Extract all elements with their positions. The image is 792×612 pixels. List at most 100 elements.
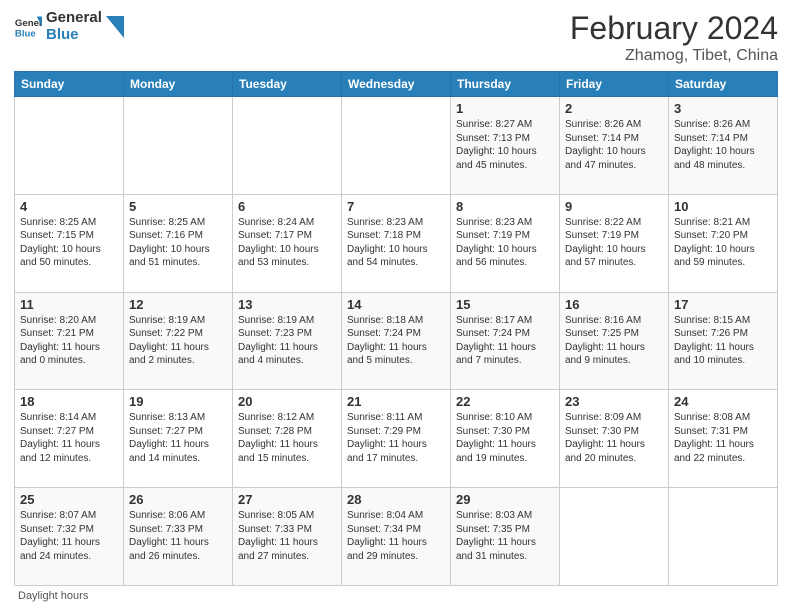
- day-info: Sunrise: 8:10 AMSunset: 7:30 PMDaylight:…: [456, 411, 554, 465]
- day-number: 5: [129, 199, 227, 214]
- day-number: 10: [674, 199, 772, 214]
- day-number: 7: [347, 199, 445, 214]
- day-info: Sunrise: 8:06 AMSunset: 7:33 PMDaylight:…: [129, 509, 227, 563]
- day-info: Sunrise: 8:20 AMSunset: 7:21 PMDaylight:…: [20, 314, 118, 368]
- calendar-cell: 4Sunrise: 8:25 AMSunset: 7:15 PMDaylight…: [15, 194, 124, 292]
- calendar-cell: 11 Sunrise: 8:20 AMSunset: 7:21 PMDayligh…: [15, 292, 124, 390]
- calendar-week-5: 25 Sunrise: 8:07 AMSunset: 7:32 PMDayligh…: [15, 488, 778, 586]
- calendar-cell: [560, 488, 669, 586]
- day-info: Sunrise: 8:14 AMSunset: 7:27 PMDaylight:…: [20, 411, 118, 465]
- calendar-week-3: 11 Sunrise: 8:20 AMSunset: 7:21 PMDayligh…: [15, 292, 778, 390]
- logo-blue: Blue: [46, 27, 102, 44]
- svg-text:Blue: Blue: [15, 28, 36, 39]
- day-info: Sunrise: 8:19 AMSunset: 7:23 PMDaylight:…: [238, 314, 336, 368]
- day-number: 16: [565, 297, 663, 312]
- day-number: 24: [674, 394, 772, 409]
- day-number: 13: [238, 297, 336, 312]
- day-header-tuesday: Tuesday: [233, 72, 342, 97]
- calendar-cell: 13 Sunrise: 8:19 AMSunset: 7:23 PMDayligh…: [233, 292, 342, 390]
- day-header-saturday: Saturday: [669, 72, 778, 97]
- day-header-monday: Monday: [124, 72, 233, 97]
- calendar-cell: 29 Sunrise: 8:03 AMSunset: 7:35 PMDayligh…: [451, 488, 560, 586]
- logo-icon: General Blue: [14, 13, 42, 41]
- calendar-cell: 22Sunrise: 8:10 AMSunset: 7:30 PMDayligh…: [451, 390, 560, 488]
- day-number: 23: [565, 394, 663, 409]
- logo-chevron-icon: [106, 16, 124, 38]
- calendar-cell: 3Sunrise: 8:26 AMSunset: 7:14 PMDaylight…: [669, 97, 778, 195]
- main-title: February 2024: [570, 10, 778, 47]
- day-info: Sunrise: 8:03 AMSunset: 7:35 PMDaylight:…: [456, 509, 554, 563]
- day-info: Sunrise: 8:25 AMSunset: 7:15 PMDaylight:…: [20, 216, 118, 270]
- day-info: Sunrise: 8:07 AMSunset: 7:32 PMDaylight:…: [20, 509, 118, 563]
- calendar-cell: [669, 488, 778, 586]
- calendar-cell: 5 Sunrise: 8:25 AMSunset: 7:16 PMDaylight…: [124, 194, 233, 292]
- day-info: Sunrise: 8:05 AMSunset: 7:33 PMDaylight:…: [238, 509, 336, 563]
- day-number: 8: [456, 199, 554, 214]
- day-info: Sunrise: 8:04 AMSunset: 7:34 PMDaylight:…: [347, 509, 445, 563]
- day-info: Sunrise: 8:27 AMSunset: 7:13 PMDaylight:…: [456, 118, 554, 172]
- day-info: Sunrise: 8:26 AMSunset: 7:14 PMDaylight:…: [565, 118, 663, 172]
- calendar-cell: 24 Sunrise: 8:08 AMSunset: 7:31 PMDayligh…: [669, 390, 778, 488]
- calendar-cell: 10Sunrise: 8:21 AMSunset: 7:20 PMDayligh…: [669, 194, 778, 292]
- day-number: 15: [456, 297, 554, 312]
- day-number: 28: [347, 492, 445, 507]
- day-info: Sunrise: 8:09 AMSunset: 7:30 PMDaylight:…: [565, 411, 663, 465]
- day-info: Sunrise: 8:26 AMSunset: 7:14 PMDaylight:…: [674, 118, 772, 172]
- days-header-row: SundayMondayTuesdayWednesdayThursdayFrid…: [15, 72, 778, 97]
- calendar-cell: 28 Sunrise: 8:04 AMSunset: 7:34 PMDayligh…: [342, 488, 451, 586]
- day-info: Sunrise: 8:25 AMSunset: 7:16 PMDaylight:…: [129, 216, 227, 270]
- day-number: 27: [238, 492, 336, 507]
- day-info: Sunrise: 8:16 AMSunset: 7:25 PMDaylight:…: [565, 314, 663, 368]
- calendar-cell: 16 Sunrise: 8:16 AMSunset: 7:25 PMDayligh…: [560, 292, 669, 390]
- calendar-cell: 17 Sunrise: 8:15 AMSunset: 7:26 PMDayligh…: [669, 292, 778, 390]
- day-number: 6: [238, 199, 336, 214]
- calendar-cell: 26 Sunrise: 8:06 AMSunset: 7:33 PMDayligh…: [124, 488, 233, 586]
- day-info: Sunrise: 8:19 AMSunset: 7:22 PMDaylight:…: [129, 314, 227, 368]
- day-number: 19: [129, 394, 227, 409]
- day-info: Sunrise: 8:17 AMSunset: 7:24 PMDaylight:…: [456, 314, 554, 368]
- day-header-wednesday: Wednesday: [342, 72, 451, 97]
- calendar-cell: 21 Sunrise: 8:11 AMSunset: 7:29 PMDayligh…: [342, 390, 451, 488]
- calendar-week-4: 18 Sunrise: 8:14 AMSunset: 7:27 PMDayligh…: [15, 390, 778, 488]
- day-info: Sunrise: 8:22 AMSunset: 7:19 PMDaylight:…: [565, 216, 663, 270]
- day-number: 26: [129, 492, 227, 507]
- day-number: 9: [565, 199, 663, 214]
- day-number: 11: [20, 297, 118, 312]
- day-info: Sunrise: 8:15 AMSunset: 7:26 PMDaylight:…: [674, 314, 772, 368]
- calendar-header: SundayMondayTuesdayWednesdayThursdayFrid…: [15, 72, 778, 97]
- day-info: Sunrise: 8:18 AMSunset: 7:24 PMDaylight:…: [347, 314, 445, 368]
- day-header-friday: Friday: [560, 72, 669, 97]
- calendar-body: 1 Sunrise: 8:27 AMSunset: 7:13 PMDaylight…: [15, 97, 778, 586]
- calendar-cell: 19Sunrise: 8:13 AMSunset: 7:27 PMDayligh…: [124, 390, 233, 488]
- calendar-cell: 9 Sunrise: 8:22 AMSunset: 7:19 PMDaylight…: [560, 194, 669, 292]
- calendar-cell: 6 Sunrise: 8:24 AMSunset: 7:17 PMDaylight…: [233, 194, 342, 292]
- day-header-thursday: Thursday: [451, 72, 560, 97]
- day-number: 1: [456, 101, 554, 116]
- calendar-cell: 15 Sunrise: 8:17 AMSunset: 7:24 PMDayligh…: [451, 292, 560, 390]
- day-info: Sunrise: 8:11 AMSunset: 7:29 PMDaylight:…: [347, 411, 445, 465]
- calendar-week-1: 1 Sunrise: 8:27 AMSunset: 7:13 PMDaylight…: [15, 97, 778, 195]
- day-info: Sunrise: 8:24 AMSunset: 7:17 PMDaylight:…: [238, 216, 336, 270]
- calendar-cell: [233, 97, 342, 195]
- day-info: Sunrise: 8:08 AMSunset: 7:31 PMDaylight:…: [674, 411, 772, 465]
- day-number: 18: [20, 394, 118, 409]
- calendar-cell: [342, 97, 451, 195]
- page: General Blue General Blue February 2024 …: [0, 0, 792, 612]
- day-number: 20: [238, 394, 336, 409]
- calendar-cell: 18 Sunrise: 8:14 AMSunset: 7:27 PMDayligh…: [15, 390, 124, 488]
- day-number: 17: [674, 297, 772, 312]
- logo-general: General: [46, 10, 102, 27]
- calendar-cell: 12 Sunrise: 8:19 AMSunset: 7:22 PMDayligh…: [124, 292, 233, 390]
- calendar-table: SundayMondayTuesdayWednesdayThursdayFrid…: [14, 71, 778, 586]
- logo: General Blue General Blue: [14, 10, 124, 43]
- day-number: 29: [456, 492, 554, 507]
- calendar-cell: 14Sunrise: 8:18 AMSunset: 7:24 PMDayligh…: [342, 292, 451, 390]
- title-block: February 2024 Zhamog, Tibet, China: [570, 10, 778, 65]
- calendar-cell: [15, 97, 124, 195]
- day-number: 25: [20, 492, 118, 507]
- calendar-cell: 23 Sunrise: 8:09 AMSunset: 7:30 PMDayligh…: [560, 390, 669, 488]
- day-number: 21: [347, 394, 445, 409]
- day-number: 12: [129, 297, 227, 312]
- header: General Blue General Blue February 2024 …: [14, 10, 778, 65]
- day-info: Sunrise: 8:12 AMSunset: 7:28 PMDaylight:…: [238, 411, 336, 465]
